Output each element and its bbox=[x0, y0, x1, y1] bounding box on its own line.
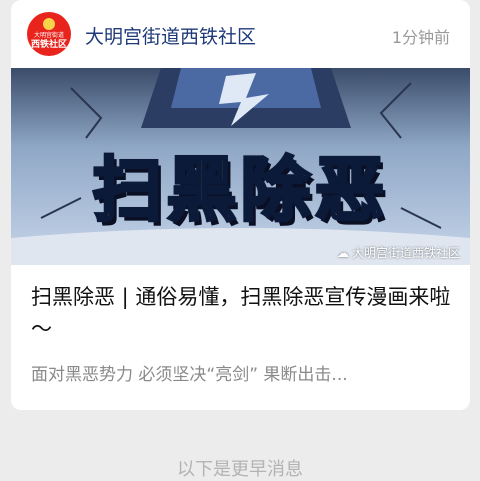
message-card[interactable]: 大明宫街道 西铁社区 大明宫街道西铁社区 1分钟前 扫黑除恶 ☁ 大明宫街道西铁社… bbox=[11, 0, 470, 410]
article-summary: 面对黑恶势力 必须坚决“亮剑” 果断出击... bbox=[31, 365, 348, 385]
avatar-line-1: 大明宫街道 bbox=[33, 31, 64, 39]
timestamp: 1分钟前 bbox=[391, 28, 450, 47]
avatar[interactable]: 大明宫街道 西铁社区 bbox=[27, 12, 71, 56]
emblem-icon bbox=[43, 17, 55, 30]
earlier-messages-divider: 以下是更早消息 bbox=[177, 459, 303, 480]
card-header: 大明宫街道 西铁社区 大明宫街道西铁社区 1分钟前 bbox=[11, 0, 470, 68]
watermark: ☁ 大明宫街道西铁社区 bbox=[337, 244, 460, 261]
avatar-line-2: 西铁社区 bbox=[30, 39, 67, 50]
watermark-text: 大明宫街道西铁社区 bbox=[351, 246, 460, 260]
cover-banner-text: 扫黑除恶 bbox=[91, 148, 389, 233]
wechat-icon: ☁ bbox=[336, 246, 349, 260]
article-title[interactable]: 扫黑除恶 | 通俗易懂，扫黑除恶宣传漫画来啦～ bbox=[31, 281, 451, 345]
article-cover-image[interactable]: 扫黑除恶 ☁ 大明宫街道西铁社区 bbox=[11, 68, 470, 265]
account-name[interactable]: 大明宫街道西铁社区 bbox=[85, 22, 256, 49]
